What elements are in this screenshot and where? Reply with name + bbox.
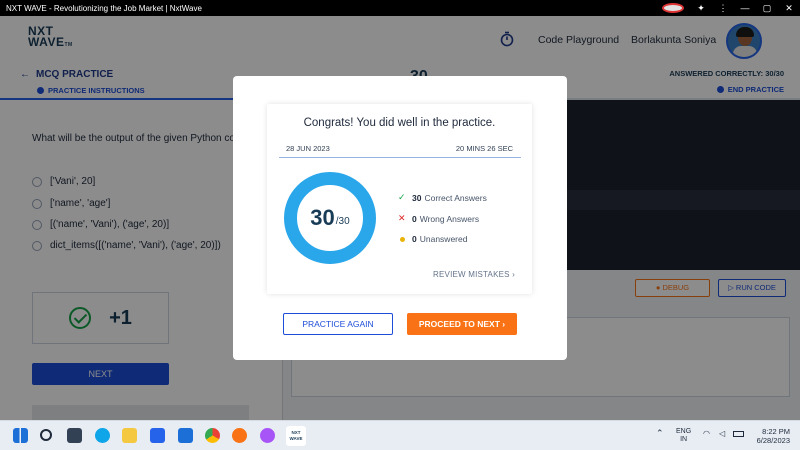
stat-correct: ✓ 30 Correct Answers <box>398 192 487 203</box>
taskbar: NXT WAVE ⌃ ENG IN ◠ ◁ 8:22 PM 6/28/2023 <box>0 420 800 450</box>
score-display: 30/30 <box>284 172 376 264</box>
practice-again-button[interactable]: PRACTICE AGAIN <box>283 313 393 335</box>
chevron-right-icon: › <box>512 270 515 279</box>
congrats-title: Congrats! You did well in the practice. <box>303 117 496 129</box>
battery-icon[interactable] <box>733 431 744 437</box>
maximize-button[interactable]: ▢ <box>756 3 778 14</box>
minimize-button[interactable]: — <box>734 3 756 13</box>
stat-unanswered: 0 Unanswered <box>398 234 467 244</box>
chevron-right-icon: › <box>502 319 506 329</box>
extension-icon[interactable] <box>662 3 684 13</box>
practice-date: 28 JUN 2023 <box>286 144 330 153</box>
menu-icon[interactable]: ⋮ <box>712 3 734 14</box>
copilot-icon[interactable] <box>260 428 275 443</box>
search-icon[interactable] <box>40 429 52 441</box>
score-total: /30 <box>335 215 350 227</box>
result-modal: Congrats! You did well in the practice. … <box>233 76 567 360</box>
result-card: Congrats! You did well in the practice. … <box>267 104 532 294</box>
firefox-icon[interactable] <box>232 428 247 443</box>
check-icon: ✓ <box>398 192 406 202</box>
practice-duration: 20 MINS 26 SEC <box>455 144 513 153</box>
close-button[interactable]: ✕ <box>778 3 800 14</box>
stat-wrong: ✕ 0 Wrong Answers <box>398 213 480 224</box>
dot-icon <box>400 236 405 242</box>
review-mistakes-link[interactable]: REVIEW MISTAKES › <box>433 270 515 279</box>
edge-icon[interactable] <box>95 428 110 443</box>
chrome-icon[interactable] <box>205 428 220 443</box>
windows-start-icon[interactable] <box>13 428 28 443</box>
language-indicator[interactable]: ENG IN <box>676 428 691 444</box>
cross-icon: ✕ <box>398 213 406 223</box>
divider <box>279 157 521 158</box>
store-icon[interactable] <box>150 428 165 443</box>
puzzle-icon[interactable]: ✦ <box>690 3 712 14</box>
window-title: NXT WAVE - Revolutionizing the Job Marke… <box>6 3 202 13</box>
volume-icon[interactable]: ◁ <box>719 430 725 438</box>
mail-icon[interactable] <box>178 428 193 443</box>
wifi-icon[interactable]: ◠ <box>703 430 710 438</box>
file-explorer-icon[interactable] <box>122 428 137 443</box>
proceed-to-next-button[interactable]: PROCEED TO NEXT › <box>407 313 517 335</box>
nxtwave-app-icon[interactable]: NXT WAVE <box>286 426 306 446</box>
window-title-bar: NXT WAVE - Revolutionizing the Job Marke… <box>0 0 800 16</box>
chevron-up-icon[interactable]: ⌃ <box>656 429 664 438</box>
score-value: 30 <box>310 205 335 230</box>
system-clock[interactable]: 8:22 PM 6/28/2023 <box>757 427 790 445</box>
task-view-icon[interactable] <box>67 428 82 443</box>
